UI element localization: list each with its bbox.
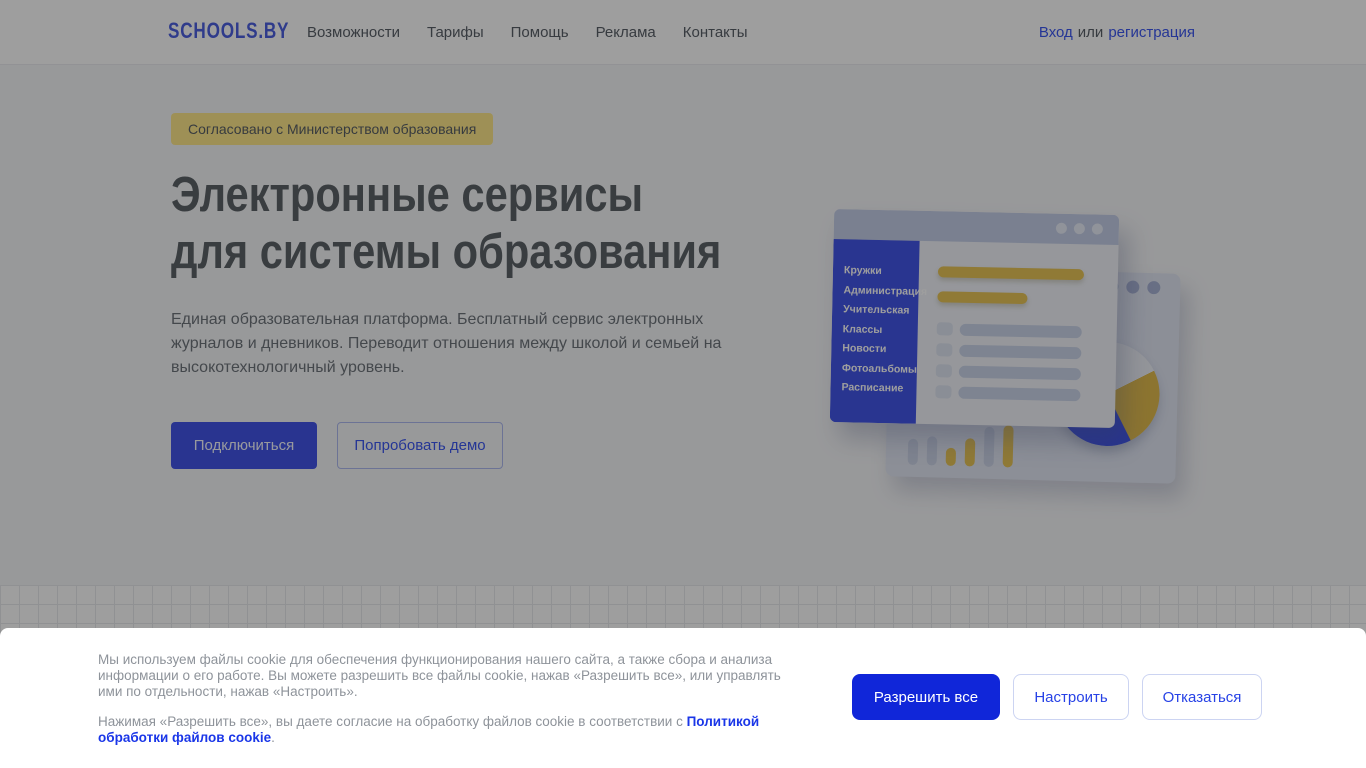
allow-all-button[interactable]: Разрешить все xyxy=(852,674,1000,720)
cookie-text: Мы используем файлы cookie для обеспечен… xyxy=(98,652,814,746)
cookie-paragraph-2-prefix: Нажимая «Разрешить все», вы даете соглас… xyxy=(98,714,687,729)
cookie-paragraph-2-suffix: . xyxy=(271,730,275,745)
configure-button[interactable]: Настроить xyxy=(1013,674,1129,720)
page: SCHOOLS.BY Возможности Тарифы Помощь Рек… xyxy=(0,0,1366,768)
cookie-paragraph-1: Мы используем файлы cookie для обеспечен… xyxy=(98,652,781,699)
cookie-paragraph-2: Нажимая «Разрешить все», вы даете соглас… xyxy=(98,714,814,746)
decline-button[interactable]: Отказаться xyxy=(1142,674,1262,720)
cookie-buttons: Разрешить все Настроить Отказаться xyxy=(852,674,1262,720)
cookie-banner: Мы используем файлы cookie для обеспечен… xyxy=(0,628,1366,768)
